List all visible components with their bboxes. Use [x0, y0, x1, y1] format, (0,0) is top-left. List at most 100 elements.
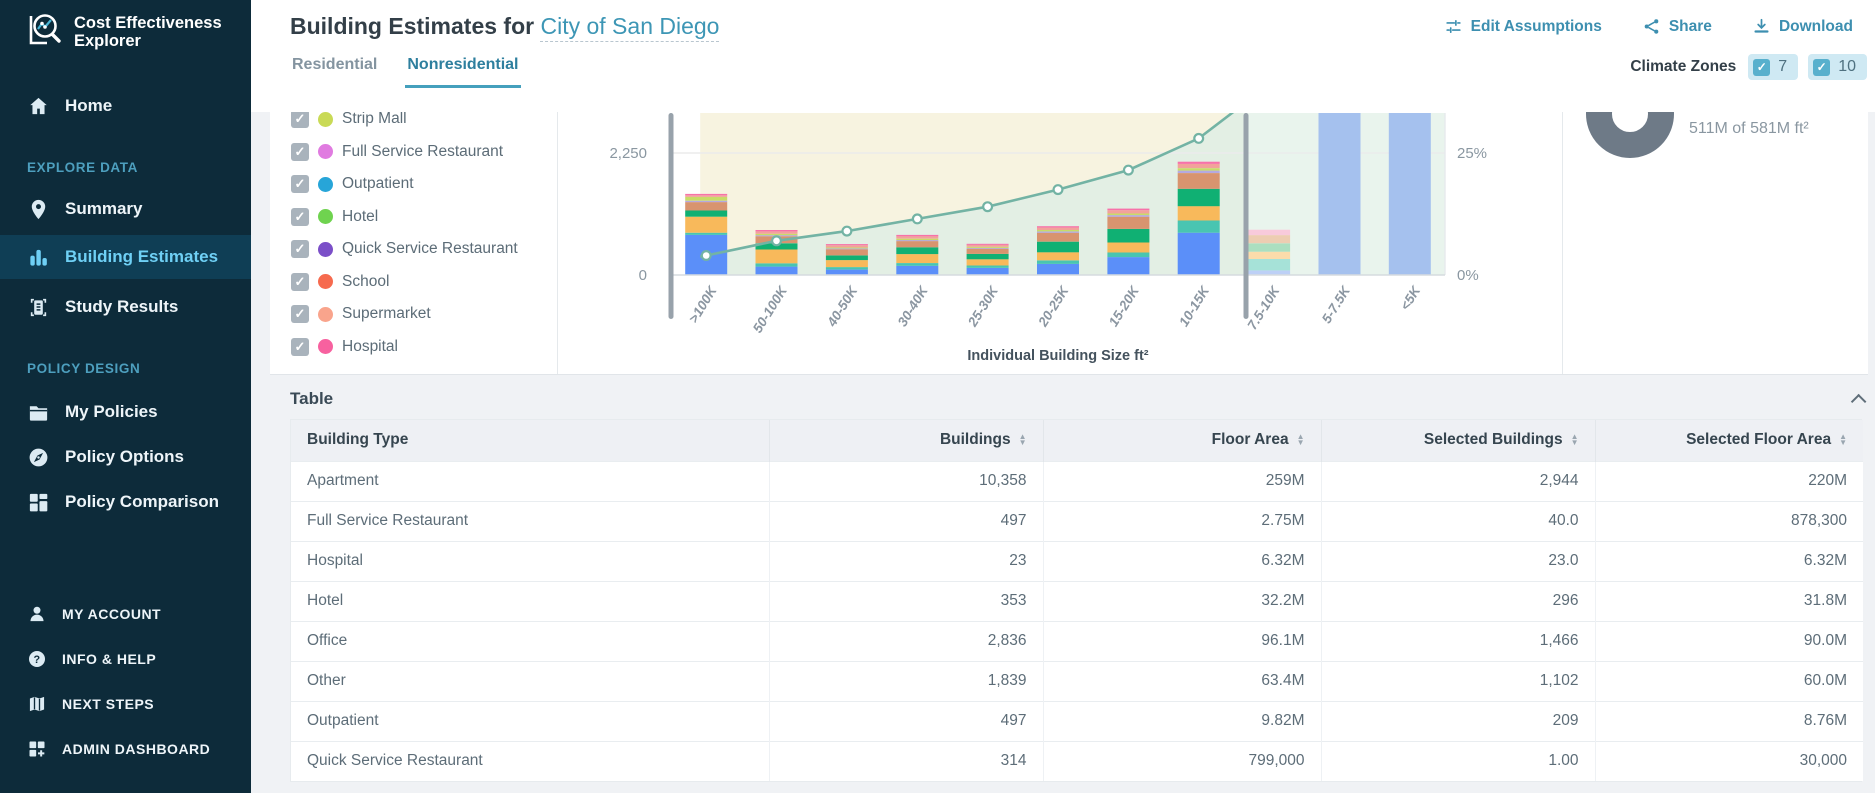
value-cell: 60.0M — [1595, 660, 1863, 701]
page-header: Building Estimates for City of San Diego… — [251, 0, 1875, 112]
legend-item-quick-service-restaurant[interactable]: Quick Service Restaurant — [291, 233, 557, 266]
sidebar-item-label: ADMIN DASHBOARD — [62, 741, 211, 757]
download-button[interactable]: Download — [1752, 17, 1853, 36]
share-button[interactable]: Share — [1642, 17, 1712, 36]
sidebar-item-my-policies[interactable]: My Policies — [0, 396, 251, 428]
collapse-table-icon[interactable] — [1850, 393, 1867, 409]
building-type-cell: Apartment — [291, 460, 770, 501]
table-row-hospital[interactable]: Hospital 23 6.32M 23.0 6.32M — [291, 540, 1863, 581]
tab-nonresidential[interactable]: Nonresidential — [405, 48, 521, 88]
column-header-selected-floor-area[interactable]: Selected Floor Area ▲ ▼ — [1595, 420, 1863, 461]
sidebar-item-policy-comparison[interactable]: Policy Comparison — [0, 486, 251, 518]
sort-icon[interactable]: ▲ ▼ — [1297, 433, 1305, 447]
left-axis-tick: 0 — [639, 267, 647, 284]
header-actions: Edit Assumptions Share Download — [1444, 13, 1853, 36]
legend-item-hotel[interactable]: Hotel — [291, 201, 557, 234]
value-cell: 296 — [1321, 580, 1596, 621]
tab-residential[interactable]: Residential — [290, 48, 379, 88]
sidebar-item-summary[interactable]: Summary — [0, 193, 251, 225]
magnifier-chart-logo-icon — [24, 11, 64, 58]
sidebar-item-home[interactable]: Home — [0, 90, 251, 122]
checkbox-checked-icon[interactable] — [291, 112, 309, 129]
climate-zone-chip-10[interactable]: 10 — [1808, 54, 1867, 80]
chart-area: 2,250 0 25% 0% >100K 50-100K 40-50K 30-40K 25-30… — [558, 112, 1562, 374]
tab-bar: Residential Nonresidential — [290, 48, 521, 88]
legend-item-full-service-restaurant[interactable]: Full Service Restaurant — [291, 136, 557, 169]
checkbox-checked-icon[interactable] — [291, 240, 309, 259]
sort-icon[interactable]: ▲ ▼ — [1019, 433, 1027, 447]
column-label: Floor Area — [1211, 431, 1289, 449]
checkbox-checked-icon[interactable] — [1813, 58, 1831, 76]
x-axis-tick: 15-20K — [1106, 283, 1143, 330]
page-title: Building Estimates for City of San Diego — [290, 13, 720, 42]
legend-item-outpatient[interactable]: Outpatient — [291, 168, 557, 201]
person-icon — [27, 604, 47, 624]
help-icon: ? — [27, 649, 47, 669]
edit-assumptions-button[interactable]: Edit Assumptions — [1444, 17, 1602, 36]
table-row-other[interactable]: Other 1,839 63.4M 1,102 60.0M — [291, 660, 1863, 701]
sort-icon[interactable]: ▲ ▼ — [1571, 433, 1579, 447]
climate-zone-chips: 7 10 — [1748, 54, 1867, 80]
zone-number: 10 — [1838, 58, 1856, 75]
legend-item-label: Full Service Restaurant — [342, 142, 504, 160]
buildings-chart[interactable]: 2,250 0 25% 0% >100K 50-100K 40-50K 30-40K 25-30… — [558, 112, 1562, 375]
region-link[interactable]: City of San Diego — [540, 13, 720, 42]
floor-area-caption: 511M of 581M ft² — [1689, 120, 1809, 137]
document-icon — [27, 296, 50, 319]
x-axis-tick: 7.5-10K — [1244, 283, 1283, 333]
chart-legend: Strip Mall Full Service Restaurant Outpati… — [270, 112, 558, 374]
value-cell: 90.0M — [1595, 620, 1863, 661]
brush-handle-right — [1243, 113, 1249, 319]
building-type-cell: Office — [291, 620, 770, 661]
sidebar-item-policy-options[interactable]: Policy Options — [0, 441, 251, 473]
sidebar-item-next-steps[interactable]: NEXT STEPS — [0, 688, 251, 720]
table-row-full-service-restaurant[interactable]: Full Service Restaurant 497 2.75M 40.0 878,3… — [291, 500, 1863, 541]
action-label: Download — [1778, 17, 1853, 35]
app-logo[interactable]: Cost Effectiveness Explorer — [0, 0, 251, 58]
legend-item-school[interactable]: School — [291, 266, 557, 299]
page-title-prefix: Building Estimates for — [290, 13, 535, 39]
checkbox-checked-icon[interactable] — [291, 305, 309, 324]
column-header-floor-area[interactable]: Floor Area ▲ ▼ — [1043, 420, 1322, 461]
checkbox-checked-icon[interactable] — [291, 175, 309, 194]
value-cell: 1.00 — [1321, 740, 1596, 781]
climate-zone-chip-7[interactable]: 7 — [1748, 54, 1799, 80]
sidebar-item-info-help[interactable]: ? INFO & HELP — [0, 643, 251, 675]
column-header-selected-buildings[interactable]: Selected Buildings ▲ ▼ — [1321, 420, 1596, 461]
building-type-cell: Outpatient — [291, 700, 770, 741]
legend-item-label: Outpatient — [342, 175, 414, 193]
legend-item-supermarket[interactable]: Supermarket — [291, 298, 557, 331]
table-row-apartment[interactable]: Apartment 10,358 259M 2,944 220M — [291, 460, 1863, 501]
sidebar-item-building-estimates[interactable]: Building Estimates — [0, 235, 251, 279]
checkbox-checked-icon[interactable] — [291, 337, 309, 356]
table-row-office[interactable]: Office 2,836 96.1M 1,466 90.0M — [291, 620, 1863, 661]
table-row-quick-service-restaurant[interactable]: Quick Service Restaurant 314 799,000 1.00 30… — [291, 740, 1863, 781]
climate-zones: Climate Zones 7 10 — [1630, 54, 1867, 88]
sidebar-item-study-results[interactable]: Study Results — [0, 291, 251, 323]
checkbox-checked-icon[interactable] — [291, 142, 309, 161]
sidebar-item-label: INFO & HELP — [62, 651, 157, 667]
value-cell: 314 — [769, 740, 1044, 781]
legend-item-strip-mall[interactable]: Strip Mall — [291, 112, 557, 136]
column-label: Selected Buildings — [1423, 431, 1563, 449]
legend-item-hospital[interactable]: Hospital — [291, 331, 557, 364]
column-header-building-type[interactable]: Building Type — [291, 420, 770, 461]
sidebar-item-admin-dashboard[interactable]: ADMIN DASHBOARD — [0, 733, 251, 765]
checkbox-checked-icon[interactable] — [291, 272, 309, 291]
sidebar-item-label: Summary — [65, 199, 143, 218]
bar-chart-icon — [27, 246, 50, 269]
column-header-buildings[interactable]: Buildings ▲ ▼ — [769, 420, 1044, 461]
main-content: Strip Mall Full Service Restaurant Outpati… — [251, 112, 1875, 793]
building-type-cell: Hotel — [291, 580, 770, 621]
sidebar-section-label: EXPLORE DATA — [27, 160, 138, 175]
checkbox-checked-icon[interactable] — [1753, 58, 1771, 76]
checkbox-checked-icon[interactable] — [291, 207, 309, 226]
table-row-hotel[interactable]: Hotel 353 32.2M 296 31.8M — [291, 580, 1863, 621]
x-axis-tick: <5K — [1397, 283, 1424, 313]
table-row-outpatient[interactable]: Outpatient 497 9.82M 209 8.76M — [291, 700, 1863, 741]
value-cell: 10,358 — [769, 460, 1044, 501]
legend-item-label: Supermarket — [342, 305, 431, 323]
sidebar-item-label: Home — [65, 96, 113, 115]
sidebar-item-my-account[interactable]: MY ACCOUNT — [0, 598, 251, 630]
sort-icon[interactable]: ▲ ▼ — [1839, 433, 1847, 447]
